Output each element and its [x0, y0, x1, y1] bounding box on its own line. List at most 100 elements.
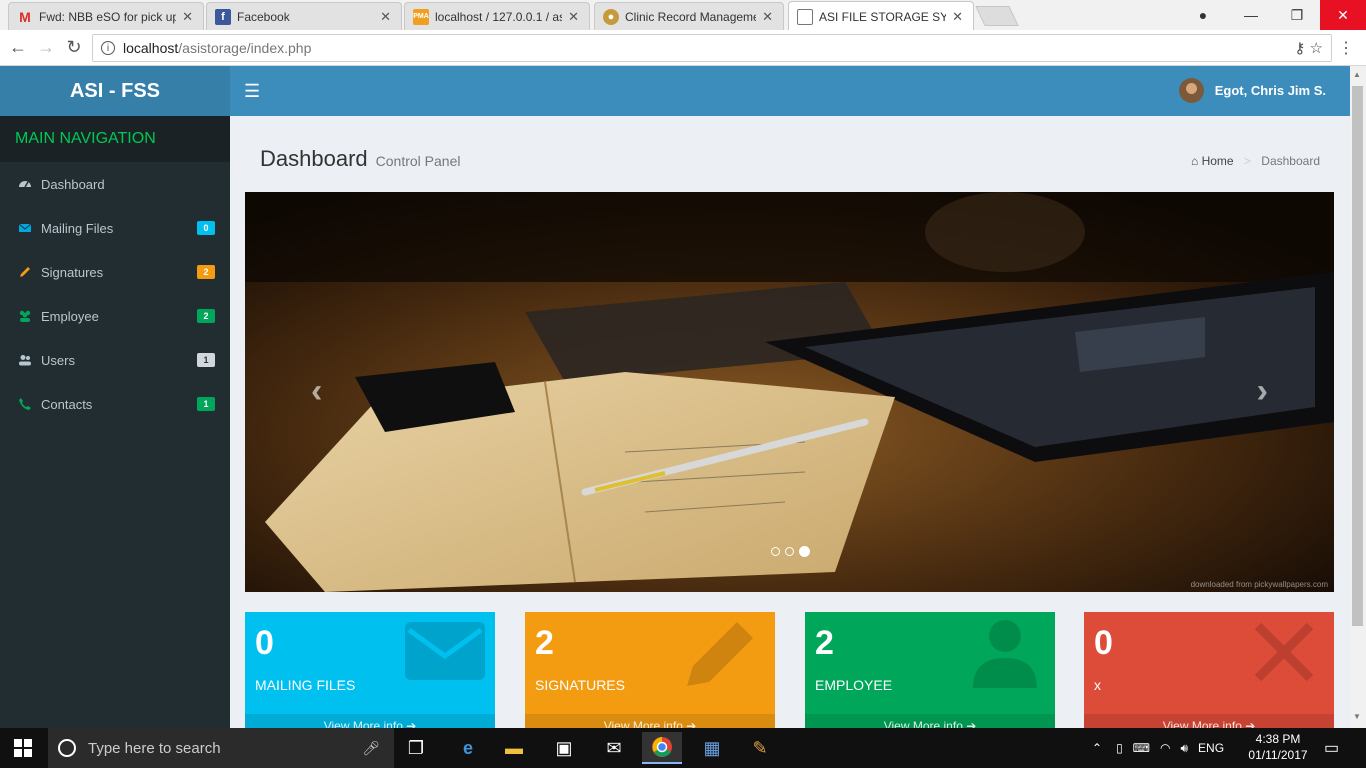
stat-label: MAILING FILES — [255, 677, 356, 693]
microphone-icon[interactable]: 🎤︎ — [362, 740, 380, 757]
browser-tab-clinic[interactable]: ● Clinic Record Manageme ✕ — [594, 2, 784, 30]
windows-start-icon[interactable] — [14, 739, 32, 757]
browser-tab-phpmyadmin[interactable]: PMA localhost / 127.0.0.1 / asi ✕ — [404, 2, 590, 30]
user-icon — [19, 355, 31, 366]
facebook-icon: f — [215, 8, 231, 25]
scroll-down-icon[interactable]: ▼ — [1353, 712, 1361, 721]
info-icon[interactable]: i — [101, 41, 115, 55]
url-input[interactable]: i localhost/asistorage/index.php ⚷ ☆ — [92, 34, 1332, 62]
keyboard-icon[interactable]: ⌨ — [1133, 741, 1150, 755]
menu-dots-icon[interactable]: ⋮ — [1338, 38, 1354, 58]
close-tab-icon[interactable]: ✕ — [952, 9, 963, 25]
app-logo[interactable]: ASI - FSS — [0, 66, 230, 116]
browser-tab-facebook[interactable]: f Facebook ✕ — [206, 2, 402, 30]
task-view-icon[interactable]: ❐ — [396, 732, 436, 764]
close-tab-icon[interactable]: ✕ — [380, 9, 391, 25]
chevron-up-icon[interactable]: ⌃ — [1092, 741, 1102, 755]
badge-users: 1 — [197, 353, 215, 367]
back-arrow-icon[interactable]: ← — [4, 37, 32, 58]
page-subtitle: Control Panel — [375, 153, 461, 169]
forward-arrow-icon[interactable]: → — [32, 37, 60, 58]
carousel-dot-2[interactable] — [785, 547, 794, 556]
carousel-indicators — [771, 546, 815, 557]
carousel-dot-1[interactable] — [771, 547, 780, 556]
page-title: Dashboard Control Panel — [260, 146, 461, 171]
dashboard-icon — [19, 181, 31, 188]
pencil-icon — [20, 267, 30, 277]
system-tray: ⌃ ▯ ⌨ ◠ 🔊︎ ENG — [1092, 728, 1224, 768]
main-content: Dashboard Control Panel ⌂ Home > Dashboar… — [230, 116, 1350, 728]
close-tab-icon[interactable]: ✕ — [182, 9, 193, 25]
carousel-slide-image — [245, 192, 1334, 592]
phone-icon — [19, 398, 31, 410]
badge-mailing-files: 0 — [197, 221, 215, 235]
taskbar-search-box[interactable]: Type here to search 🎤︎ — [48, 728, 394, 768]
stat-boxes: 0 MAILING FILES View More info ➔ 2 SIGNA… — [245, 612, 1334, 728]
hamburger-menu-icon[interactable]: ☰ — [244, 81, 260, 102]
scrollbar-thumb[interactable] — [1352, 86, 1363, 626]
page-scrollbar[interactable]: ▲ ▼ — [1350, 66, 1366, 728]
profile-icon[interactable]: ● — [1180, 0, 1226, 30]
browser-tab-asi[interactable]: ASI FILE STORAGE SYSTE ✕ — [788, 1, 974, 31]
remote-desktop-icon[interactable]: ▦ — [692, 732, 732, 764]
view-more-link[interactable]: View More info ➔ — [525, 714, 775, 728]
sidebar-item-dashboard[interactable]: Dashboard — [0, 162, 230, 206]
paint-icon[interactable]: ✎ — [740, 732, 780, 764]
close-window-button[interactable]: ✕ — [1320, 0, 1366, 30]
users-icon — [19, 310, 31, 322]
arrow-circle-right-icon: ➔ — [966, 719, 977, 728]
clinic-icon: ● — [603, 8, 619, 25]
breadcrumb-home-link[interactable]: Home — [1202, 154, 1234, 168]
close-tab-icon[interactable]: ✕ — [568, 9, 579, 25]
stat-value: 0 — [1094, 624, 1113, 662]
minimize-button[interactable]: — — [1228, 0, 1274, 30]
sidebar-item-users[interactable]: Users 1 — [0, 338, 230, 382]
carousel-dot-3[interactable] — [799, 546, 810, 557]
page-icon — [797, 8, 813, 25]
view-more-link[interactable]: View More info ➔ — [245, 714, 495, 728]
stat-label: x — [1094, 677, 1101, 693]
chrome-icon[interactable] — [642, 732, 682, 764]
sidebar-item-employee[interactable]: Employee 2 — [0, 294, 230, 338]
store-icon[interactable]: ▣ — [544, 732, 584, 764]
close-tab-icon[interactable]: ✕ — [762, 9, 773, 25]
view-more-link[interactable]: View More info ➔ — [805, 714, 1055, 728]
carousel-next-icon[interactable]: › — [1257, 372, 1268, 411]
reload-icon[interactable]: ↻ — [60, 37, 88, 58]
new-tab-button[interactable] — [975, 6, 1019, 26]
sidebar: MAIN NAVIGATION Dashboard Mailing Files … — [0, 116, 230, 728]
breadcrumb: ⌂ Home > Dashboard — [1191, 154, 1320, 168]
arrow-circle-right-icon: ➔ — [1245, 719, 1256, 728]
badge-signatures: 2 — [197, 265, 215, 279]
image-carousel[interactable]: ‹ › downloaded from pickywallpapers.com — [245, 192, 1334, 592]
usb-icon[interactable]: ▯ — [1116, 741, 1123, 755]
stat-box-signatures: 2 SIGNATURES View More info ➔ — [525, 612, 775, 728]
image-watermark: downloaded from pickywallpapers.com — [1190, 580, 1328, 589]
stat-box-mailing-files: 0 MAILING FILES View More info ➔ — [245, 612, 495, 728]
windows-taskbar: Type here to search 🎤︎ ❐ e ▬ ▣ ✉ ▦ ✎ ⌃ ▯… — [0, 728, 1366, 768]
sidebar-item-mailing-files[interactable]: Mailing Files 0 — [0, 206, 230, 250]
taskbar-clock[interactable]: 4:38 PM 01/11/2017 — [1246, 731, 1310, 763]
top-navbar: ☰ Egot, Chris Jim S. — [230, 66, 1350, 116]
breadcrumb-current: Dashboard — [1261, 154, 1320, 168]
edge-icon[interactable]: e — [448, 732, 488, 764]
carousel-prev-icon[interactable]: ‹ — [311, 372, 322, 411]
phpmyadmin-icon: PMA — [413, 8, 429, 25]
key-icon[interactable]: ⚷ ☆ — [1294, 39, 1323, 57]
file-explorer-icon[interactable]: ▬ — [494, 732, 534, 764]
scroll-up-icon[interactable]: ▲ — [1353, 70, 1361, 79]
browser-tab-gmail[interactable]: M Fwd: NBB eSO for pick up ✕ — [8, 2, 204, 30]
sidebar-item-contacts[interactable]: Contacts 1 — [0, 382, 230, 426]
wifi-icon[interactable]: ◠ — [1160, 741, 1170, 755]
language-indicator[interactable]: ENG — [1198, 741, 1224, 755]
restore-button[interactable]: ❐ — [1274, 0, 1320, 30]
user-menu[interactable]: Egot, Chris Jim S. — [1178, 78, 1326, 103]
address-bar: ← → ↻ i localhost/asistorage/index.php ⚷… — [0, 30, 1366, 66]
sidebar-item-signatures[interactable]: Signatures 2 — [0, 250, 230, 294]
view-more-link[interactable]: View More info ➔ — [1084, 714, 1334, 728]
user-icon — [973, 620, 1037, 688]
volume-icon[interactable]: 🔊︎ — [1180, 741, 1188, 756]
action-center-icon[interactable]: ▭ — [1324, 728, 1339, 768]
stat-value: 2 — [815, 624, 834, 662]
mail-icon[interactable]: ✉ — [594, 732, 634, 764]
